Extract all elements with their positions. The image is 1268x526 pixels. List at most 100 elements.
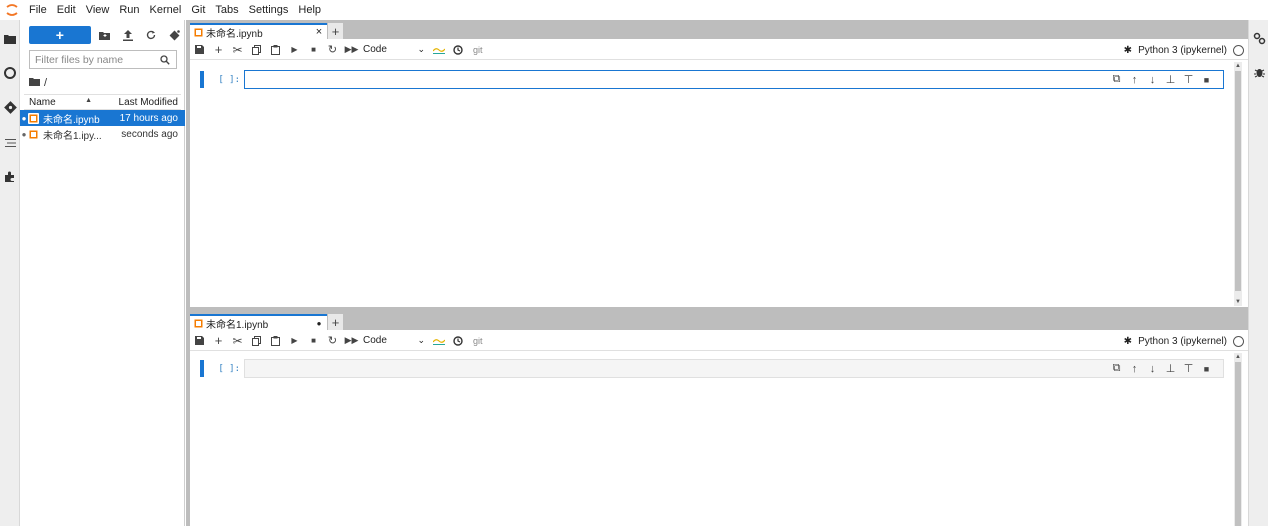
extensions-icon[interactable]: [0, 164, 20, 190]
move-up-icon[interactable]: ↑: [1128, 362, 1141, 375]
column-modified-header[interactable]: Last Modified: [92, 97, 181, 108]
cell-type-dropdown[interactable]: Code ⌄: [363, 335, 425, 346]
history-icon[interactable]: [448, 41, 467, 59]
unsaved-dot-icon[interactable]: ●: [311, 319, 327, 328]
restart-icon[interactable]: ↻: [323, 332, 342, 350]
save-icon[interactable]: [190, 332, 209, 350]
run-icon[interactable]: ▶: [285, 41, 304, 59]
git-label[interactable]: git: [473, 45, 483, 55]
breadcrumb: /: [29, 76, 47, 90]
cut-icon[interactable]: ✂: [228, 41, 247, 59]
kernel-indicator[interactable]: ✱ Python 3 (ipykernel): [1124, 40, 1244, 60]
scroll-up-icon[interactable]: ▲: [1234, 353, 1242, 361]
add-cell-icon[interactable]: +: [209, 41, 228, 59]
add-tab-button[interactable]: +: [328, 23, 343, 39]
menu-tabs[interactable]: Tabs: [210, 0, 243, 20]
move-up-icon[interactable]: ↑: [1128, 73, 1141, 86]
insert-above-icon[interactable]: ⊥: [1164, 73, 1177, 86]
git-clone-icon[interactable]: [164, 26, 185, 44]
cut-icon[interactable]: ✂: [228, 332, 247, 350]
history-icon[interactable]: [448, 332, 467, 350]
fast-forward-icon[interactable]: ▶▶: [342, 41, 361, 59]
kernel-status-icon: [1233, 44, 1244, 56]
file-row[interactable]: ● 未命名.ipynb 17 hours ago: [20, 110, 185, 126]
delete-cell-icon[interactable]: ■: [1200, 73, 1213, 86]
filter-files-input[interactable]: [30, 53, 156, 66]
code-cell[interactable]: [ ]: ⧉ ↑ ↓ ⊥ ⊤ ■: [200, 359, 1224, 378]
new-folder-icon[interactable]: [94, 26, 115, 44]
table-of-contents-icon[interactable]: [0, 130, 20, 156]
folder-icon[interactable]: [0, 26, 20, 52]
scrollbar-thumb[interactable]: [1235, 71, 1241, 291]
copy-icon[interactable]: [247, 332, 266, 350]
git-label[interactable]: git: [473, 336, 483, 346]
tab-notebook[interactable]: 未命名.ipynb ×: [190, 23, 327, 40]
file-modified: seconds ago: [121, 128, 178, 140]
diff-icon[interactable]: [429, 332, 448, 350]
menu-view[interactable]: View: [81, 0, 115, 20]
cell-type-dropdown[interactable]: Code ⌄: [363, 44, 425, 55]
restart-icon[interactable]: ↻: [323, 41, 342, 59]
folder-icon[interactable]: [29, 77, 40, 89]
git-icon[interactable]: [0, 94, 20, 120]
bug-icon[interactable]: ✱: [1124, 45, 1132, 56]
new-launcher-button[interactable]: +: [29, 26, 91, 44]
filter-files-field[interactable]: [29, 50, 177, 69]
kernel-name[interactable]: Python 3 (ipykernel): [1138, 45, 1227, 56]
paste-icon[interactable]: [266, 332, 285, 350]
cell-type-value: Code: [363, 44, 387, 55]
insert-below-icon[interactable]: ⊤: [1182, 73, 1195, 86]
debugger-icon[interactable]: [1249, 60, 1268, 84]
menu-run[interactable]: Run: [114, 0, 144, 20]
stop-icon[interactable]: ■: [304, 41, 323, 59]
menu-settings[interactable]: Settings: [244, 0, 294, 20]
menu-file[interactable]: File: [24, 0, 52, 20]
delete-cell-icon[interactable]: ■: [1200, 362, 1213, 375]
move-down-icon[interactable]: ↓: [1146, 73, 1159, 86]
code-cell[interactable]: [ ]: ⧉ ↑ ↓ ⊥ ⊤ ■: [200, 70, 1224, 89]
file-row[interactable]: ● 未命名1.ipy... seconds ago: [20, 126, 185, 142]
bug-icon[interactable]: ✱: [1124, 336, 1132, 347]
add-tab-button[interactable]: +: [328, 314, 343, 330]
menu-kernel[interactable]: Kernel: [145, 0, 187, 20]
menu-git[interactable]: Git: [186, 0, 210, 20]
running-icon[interactable]: [0, 60, 20, 86]
cell-toolbar: ⧉ ↑ ↓ ⊥ ⊤ ■: [1110, 362, 1213, 375]
refresh-icon[interactable]: [141, 26, 162, 44]
upload-icon[interactable]: [117, 26, 138, 44]
cell-editor[interactable]: ⧉ ↑ ↓ ⊥ ⊤ ■: [244, 359, 1224, 378]
menu-edit[interactable]: Edit: [52, 0, 81, 20]
scroll-down-icon[interactable]: ▼: [1234, 298, 1242, 306]
scroll-up-icon[interactable]: ▲: [1234, 62, 1242, 70]
kernel-indicator[interactable]: ✱ Python 3 (ipykernel): [1124, 331, 1244, 351]
close-icon[interactable]: ×: [311, 26, 327, 38]
breadcrumb-root[interactable]: /: [44, 77, 47, 89]
copy-icon[interactable]: [247, 41, 266, 59]
paste-icon[interactable]: [266, 41, 285, 59]
duplicate-cell-icon[interactable]: ⧉: [1110, 73, 1123, 86]
move-down-icon[interactable]: ↓: [1146, 362, 1159, 375]
notebook-toolbar: + ✂ ▶ ■ ↻ ▶▶ Code ⌄ git ✱ Python 3 (ipyk…: [190, 331, 1248, 351]
insert-below-icon[interactable]: ⊤: [1182, 362, 1195, 375]
notebook-scrollbar[interactable]: ▲: [1234, 353, 1242, 526]
sort-ascending-icon: ▲: [85, 96, 92, 104]
notebook-scrollbar[interactable]: ▲ ▼: [1234, 62, 1242, 306]
stop-icon[interactable]: ■: [304, 332, 323, 350]
run-icon[interactable]: ▶: [285, 332, 304, 350]
duplicate-cell-icon[interactable]: ⧉: [1110, 362, 1123, 375]
diff-icon[interactable]: [429, 41, 448, 59]
tab-notebook[interactable]: 未命名1.ipynb ●: [190, 314, 327, 331]
main-dock-area: 未命名.ipynb × + + ✂ ▶ ■ ↻ ▶▶ Code ⌄ git ✱ …: [186, 20, 1248, 526]
scrollbar-thumb[interactable]: [1235, 362, 1241, 526]
add-cell-icon[interactable]: +: [209, 332, 228, 350]
save-icon[interactable]: [190, 41, 209, 59]
cell-editor[interactable]: ⧉ ↑ ↓ ⊥ ⊤ ■: [244, 70, 1224, 89]
menu-help[interactable]: Help: [293, 0, 326, 20]
column-name-header[interactable]: Name: [29, 97, 56, 108]
property-inspector-icon[interactable]: [1249, 26, 1268, 50]
right-activity-bar: [1248, 20, 1268, 526]
kernel-name[interactable]: Python 3 (ipykernel): [1138, 336, 1227, 347]
fast-forward-icon[interactable]: ▶▶: [342, 332, 361, 350]
jupyter-logo-icon: [0, 0, 24, 20]
insert-above-icon[interactable]: ⊥: [1164, 362, 1177, 375]
